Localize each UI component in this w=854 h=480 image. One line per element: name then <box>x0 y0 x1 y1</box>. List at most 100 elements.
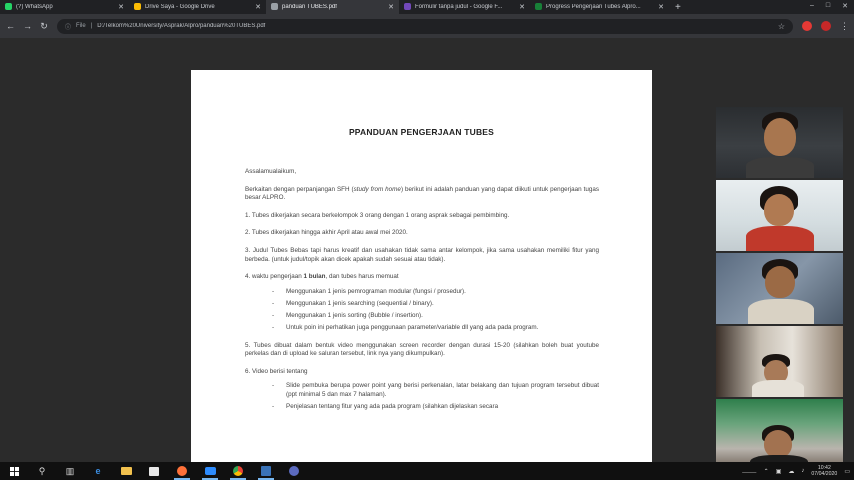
close-window-button[interactable]: ✕ <box>842 2 848 10</box>
notification-icon[interactable]: ▭ <box>844 468 850 475</box>
tab-forms[interactable]: Formulir tanpa judul - Google F... ✕ <box>399 0 530 14</box>
dash: - <box>272 311 275 319</box>
reload-icon[interactable]: ↻ <box>40 21 48 32</box>
show-hidden-icons-icon[interactable]: ⌃ <box>764 468 769 475</box>
person-icon[interactable]: ⸻ <box>742 467 757 476</box>
tab-title: Progress Pengerjaan Tubes Alpro... <box>546 4 641 10</box>
pdf-file-icon <box>271 3 278 10</box>
tab-title: Drive Saya - Google Drive <box>145 4 215 10</box>
tab-title: Formulir tanpa judul - Google F... <box>415 4 503 10</box>
item6-sublist: - Slide pembuka berupa power point yang b… <box>245 382 599 411</box>
edge-icon[interactable]: e <box>84 462 112 480</box>
participant-panel <box>716 107 843 472</box>
file-explorer-icon[interactable] <box>112 462 140 480</box>
dash: - <box>272 382 275 390</box>
sublist-item: - Untuk poin ini perhatikan juga pengguna… <box>245 324 599 333</box>
item4-text-end: , dan tubes harus memuat <box>325 273 399 281</box>
list-item-5: 5. Tubes dibuat dalam bentuk video mengg… <box>245 341 599 358</box>
volume-icon[interactable]: ♪ <box>801 468 804 474</box>
tab-strip: (?) WhatsApp ✕ Drive Saya - Google Drive… <box>0 0 854 14</box>
list-item-1: 1. Tubes dikerjakan secara berkelompok 3… <box>245 211 510 219</box>
intro-paragraph: Berkaitan dengan perpanjangan SFH (study… <box>245 186 599 203</box>
pdf-page: PPANDUAN PENGERJAAN TUBES Assalamualaiku… <box>191 70 652 466</box>
document-title: PPANDUAN PENGERJAAN TUBES <box>348 127 495 137</box>
bookmark-star-icon[interactable]: ☆ <box>778 22 785 31</box>
dash: - <box>272 287 275 295</box>
tab-sheets[interactable]: Progress Pengerjaan Tubes Alpro... ✕ <box>530 0 669 14</box>
participant-video-1[interactable] <box>716 107 843 178</box>
sublist-text: Penjelasan tentang fitur yang ada pada p… <box>286 403 499 411</box>
maximize-button[interactable]: □ <box>826 2 830 10</box>
pdf-viewer[interactable]: PPANDUAN PENGERJAAN TUBES Assalamualaiku… <box>0 38 854 470</box>
dash: - <box>272 299 275 307</box>
search-icon[interactable]: ⚲ <box>28 462 56 480</box>
scheme-label: File <box>76 23 86 29</box>
close-icon[interactable]: ✕ <box>254 3 262 11</box>
google-sheets-icon <box>535 3 542 10</box>
windows-start-icon[interactable] <box>0 462 28 480</box>
system-tray: ⸻ ⌃ ▣ ☁ ♪ 10:42 07/04/2020 ▭ <box>742 462 850 480</box>
sublist-text: Menggunakan 1 jenis sorting (Bubble / in… <box>286 311 423 319</box>
sublist-item: - Menggunakan 1 jenis searching (sequenti… <box>245 300 599 309</box>
menu-icon[interactable]: ⋮ <box>840 21 849 32</box>
list-item-3: 3. Judul Tubes Bebas tapi harus kreatif … <box>245 246 599 263</box>
sublist-text: Untuk poin ini perhatikan juga penggunaa… <box>286 324 539 332</box>
document-body: Assalamualaikum, Berkaitan dengan perpan… <box>245 168 599 421</box>
system-clock[interactable]: 10:42 07/04/2020 <box>811 465 837 478</box>
google-forms-icon <box>404 3 411 10</box>
tab-whatsapp[interactable]: (?) WhatsApp ✕ <box>0 0 129 14</box>
vscode-icon[interactable] <box>252 462 280 480</box>
firefox-icon[interactable] <box>168 462 196 480</box>
back-icon[interactable]: ← <box>6 21 15 31</box>
battery-icon[interactable]: ▣ <box>776 468 782 475</box>
sublist-item: - Penjelasan tentang fitur yang ada pada … <box>245 403 599 412</box>
browser-toolbar: ← → ↻ ⓘ File | D:/Telkom%20University/As… <box>0 14 854 38</box>
sublist-item: - Slide pembuka berupa power point yang b… <box>245 382 599 399</box>
sublist-item: - Menggunakan 1 jenis pemrograman modular… <box>245 288 599 297</box>
url-text[interactable]: D:/Telkom%20University/Asprak/Alpro/pand… <box>97 23 773 29</box>
whatsapp-icon <box>5 3 12 10</box>
tab-title: panduan TUBES.pdf <box>282 4 337 10</box>
extension-icon-1[interactable] <box>802 21 812 31</box>
sublist-text: Menggunakan 1 jenis pemrograman modular … <box>286 287 466 295</box>
forward-icon[interactable]: → <box>23 21 32 31</box>
close-icon[interactable]: ✕ <box>117 3 125 11</box>
sublist-text: Menggunakan 1 jenis searching (sequentia… <box>286 299 434 307</box>
close-icon[interactable]: ✕ <box>518 3 526 11</box>
tab-pdf[interactable]: panduan TUBES.pdf ✕ <box>266 0 399 14</box>
tab-drive[interactable]: Drive Saya - Google Drive ✕ <box>129 0 266 14</box>
zoom-icon[interactable] <box>196 462 224 480</box>
list-item-4: 4. waktu pengerjaan 1 bulan, dan tubes h… <box>245 273 599 282</box>
greeting: Assalamualaikum, <box>245 168 297 175</box>
sublist-text: Slide pembuka berupa power point yang be… <box>286 382 599 398</box>
dash: - <box>272 324 275 332</box>
address-bar[interactable]: ⓘ File | D:/Telkom%20University/Asprak/A… <box>57 18 793 34</box>
participant-video-4[interactable] <box>716 326 843 397</box>
intro-italic: study from home <box>353 185 401 193</box>
dash: - <box>272 403 275 411</box>
participant-video-3[interactable] <box>716 253 843 324</box>
participant-video-5[interactable] <box>716 399 843 470</box>
google-drive-icon <box>134 3 141 10</box>
minimize-button[interactable]: – <box>810 2 814 10</box>
tab-title: (?) WhatsApp <box>16 4 53 10</box>
list-item-2: 2. Tubes dikerjakan hingga akhir April a… <box>245 229 408 237</box>
task-view-icon[interactable]: ▥ <box>56 462 84 480</box>
close-icon[interactable]: ✕ <box>387 3 395 11</box>
chrome-icon[interactable] <box>224 462 252 480</box>
intro-text: Berkaitan dengan perpanjangan SFH ( <box>245 185 354 193</box>
taskbar: ⚲ ▥ e ⸻ ⌃ ▣ ☁ ♪ 10:42 07/04/2020 ▭ <box>0 462 854 480</box>
participant-video-2[interactable] <box>716 180 843 251</box>
new-tab-button[interactable]: + <box>675 2 681 13</box>
close-icon[interactable]: ✕ <box>657 3 665 11</box>
extension-icon-2[interactable] <box>821 21 831 31</box>
info-icon[interactable]: ⓘ <box>65 22 71 31</box>
item4-sublist: - Menggunakan 1 jenis pemrograman modular… <box>245 288 599 333</box>
network-icon[interactable]: ☁ <box>788 468 794 475</box>
sublist-item: - Menggunakan 1 jenis sorting (Bubble / i… <box>245 312 599 321</box>
separator: | <box>90 23 93 29</box>
item4-bold: 1 bulan <box>303 273 326 281</box>
meet-icon[interactable] <box>280 462 308 480</box>
clock-date: 07/04/2020 <box>811 471 838 477</box>
store-icon[interactable] <box>140 462 168 480</box>
